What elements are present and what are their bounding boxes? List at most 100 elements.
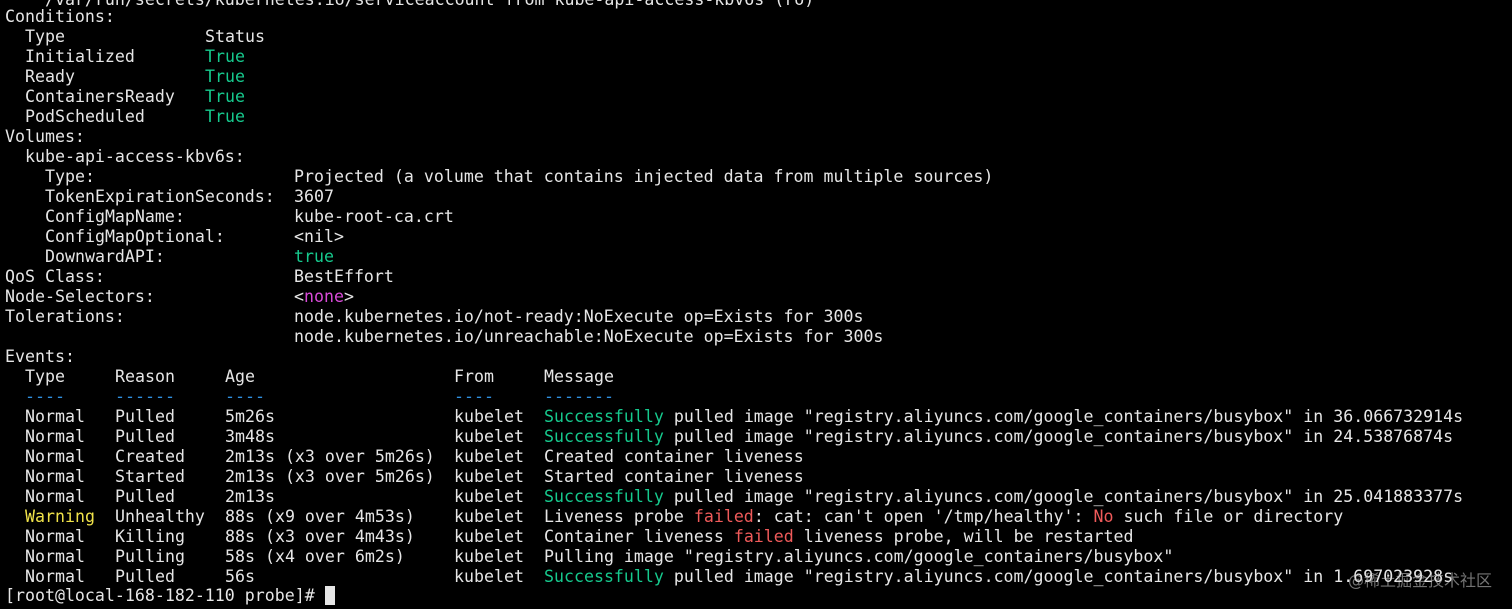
event-from: kubelet [454,527,524,546]
event-from: kubelet [454,567,524,586]
volume-field-row: Type: Projected (a volume that contains … [5,167,1205,187]
events-col-reason: Reason [115,367,175,386]
event-message-segment: failed [693,507,754,526]
event-row: Normal Killing 88s (x3 over 4m43s) kubelet C… [5,527,1495,547]
event-message-segment: liveness probe, will be restarted [793,527,1134,546]
event-row: Normal Pulled 56s kubelet Successfully pulle… [5,567,1495,587]
event-from: kubelet [454,547,524,566]
condition-status: True [205,67,245,86]
event-row: Normal Pulled 2m13s kubelet Successfully pul… [5,487,1495,507]
event-from: kubelet [454,427,524,446]
volume-field-row: ConfigMapName: kube-root-ca.crt [5,207,1205,227]
condition-row: ContainersReady True [5,87,1205,107]
event-from: kubelet [454,507,524,526]
event-message-segment: failed [733,527,794,546]
condition-type: Initialized [25,47,135,66]
event-type: Normal [25,407,85,426]
event-row: Normal Pulled 5m26s kubelet Successfully pul… [5,407,1495,427]
event-message-segment: pulled image "registry.aliyuncs.com/goog… [663,487,1464,506]
volume-field-row: DownwardAPI: true [5,247,1205,267]
event-message-segment: Pulling image "registry.aliyuncs.com/goo… [544,547,1174,566]
volume-name: kube-api-access-kbv6s: [25,147,245,166]
event-message-segment: Liveness probe [544,507,694,526]
events-col-age: Age [225,367,255,386]
event-age: 3m48s [225,427,275,446]
event-message-segment: such file or directory [1113,507,1344,526]
tolerations-row: node.kubernetes.io/unreachable:NoExecute… [5,327,1205,347]
event-age: 88s (x3 over 4m43s) [225,527,415,546]
qos-row: QoS Class: BestEffort [5,267,1205,287]
event-message: Successfully pulled image "registry.aliy… [544,427,1453,447]
tolerations-row: Tolerations: node.kubernetes.io/not-read… [5,307,1205,327]
events-dash-from: ---- [454,387,494,406]
volume-field-key: ConfigMapOptional: [45,227,225,246]
event-message-segment: Successfully [544,427,664,446]
event-type: Warning [25,507,95,526]
tolerations-key: Tolerations: [5,307,125,326]
volume-field-key: DownwardAPI: [45,247,165,266]
event-reason: Unhealthy [115,507,205,526]
events-dash-age: ---- [225,387,265,406]
conditions-col-type: Type [25,27,65,46]
qos-value: BestEffort [294,267,394,286]
node-selectors-row: Node-Selectors: <none> [5,287,1205,307]
event-type: Normal [25,567,85,586]
event-row: Normal Started 2m13s (x3 over 5m26s) kubele… [5,467,1495,487]
terminal-window[interactable]: /var/run/secrets/kubernetes.io/serviceac… [0,0,1512,609]
volume-field-value: true [294,247,334,266]
condition-row: Initialized True [5,47,1205,67]
event-age: 58s (x4 over 6m2s) [225,547,405,566]
conditions-col-status: Status [205,27,265,46]
events-dash-message: ------- [544,387,614,406]
node-selectors-key: Node-Selectors: [5,287,155,306]
condition-status: True [205,47,245,66]
condition-type: Ready [25,67,75,86]
event-message-segment: No [1093,507,1114,526]
qos-key: QoS Class: [5,267,105,286]
event-reason: Pulling [115,547,185,566]
event-from: kubelet [454,487,524,506]
shell-prompt-line[interactable]: [root@local-168-182-110 probe]# [5,586,335,606]
event-age: 2m13s [225,487,275,506]
events-dash-row: ---- ------ ---- ---- ------- [5,387,1495,407]
event-message: Started container liveness [544,467,804,487]
event-message-segment: : cat: can't open '/tmp/healthy': [753,507,1094,526]
event-message-segment: Container liveness [544,527,734,546]
event-message-segment: Successfully [544,407,664,426]
events-col-type: Type [25,367,65,386]
condition-type: ContainersReady [25,87,175,106]
events-col-message: Message [544,367,614,386]
event-row: Normal Pulled 3m48s kubelet Successfully pul… [5,427,1495,447]
event-reason: Pulled [115,567,175,586]
event-message: Created container liveness [544,447,804,467]
event-message-segment: Created container liveness [544,447,804,466]
event-message-segment: pulled image "registry.aliyuncs.com/goog… [663,407,1464,426]
event-type: Normal [25,487,85,506]
conditions-heading: Conditions: [5,7,115,26]
event-type: Normal [25,527,85,546]
event-age: 2m13s (x3 over 5m26s) [225,447,435,466]
event-type: Normal [25,447,85,466]
volume-field-value: <nil> [294,227,344,246]
volume-mount-line: /var/run/secrets/kubernetes.io/serviceac… [5,0,814,10]
volume-field-row: ConfigMapOptional: <nil> [5,227,1205,247]
event-row: Warning Unhealthy 88s (x9 over 4m53s) kubel… [5,507,1495,527]
event-reason: Created [115,447,185,466]
volume-field-key: ConfigMapName: [45,207,185,226]
event-message: Successfully pulled image "registry.aliy… [544,487,1463,507]
event-type: Normal [25,427,85,446]
event-message: Container liveness failed liveness probe… [544,527,1133,547]
event-message-segment: pulled image "registry.aliyuncs.com/goog… [663,427,1454,446]
event-message-segment: Successfully [544,487,664,506]
event-row: Normal Pulling 58s (x4 over 6m2s) kubelet Pu… [5,547,1495,567]
event-row: Normal Created 2m13s (x3 over 5m26s) kubele… [5,447,1495,467]
event-from: kubelet [454,467,524,486]
event-age: 2m13s (x3 over 5m26s) [225,467,435,486]
event-reason: Started [115,467,185,486]
volume-field-value: 3607 [294,187,334,206]
event-message: Successfully pulled image "registry.aliy… [544,407,1463,427]
volume-field-key: TokenExpirationSeconds: [45,187,275,206]
event-age: 5m26s [225,407,275,426]
watermark: @稀土掘金技术社区 [1347,571,1492,590]
volumes-heading: Volumes: [5,127,85,146]
